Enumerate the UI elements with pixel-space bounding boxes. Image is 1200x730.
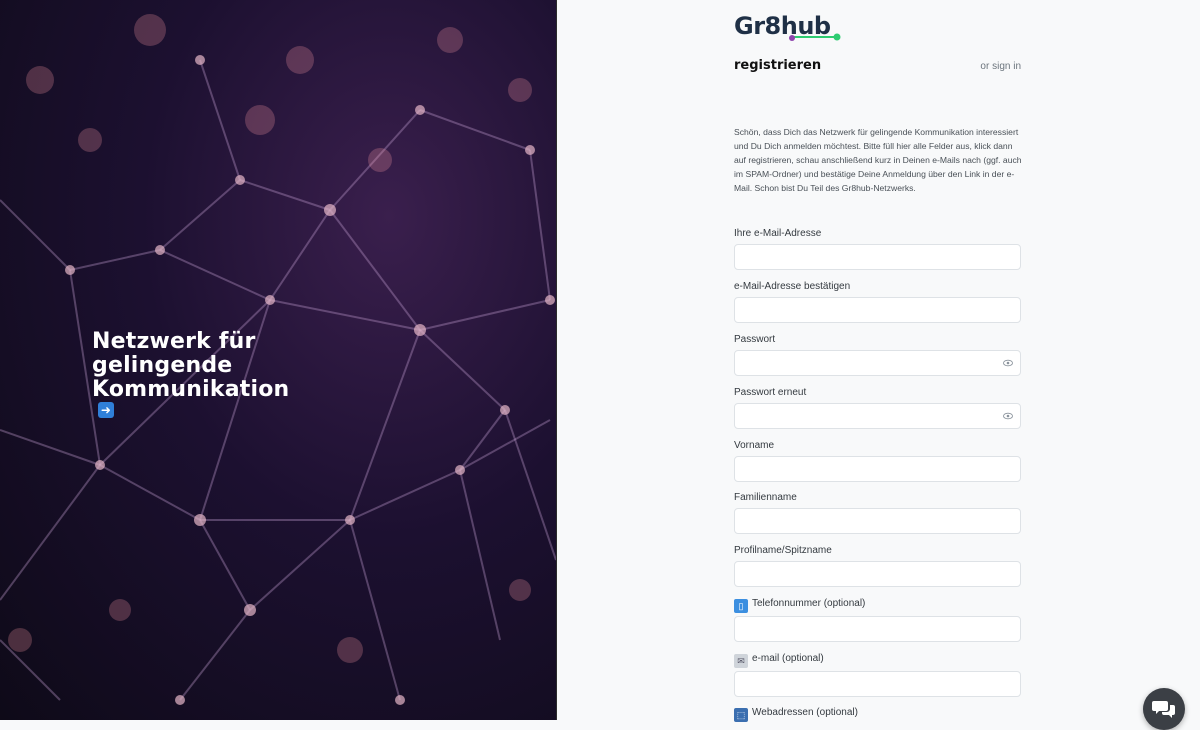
hero-title-line2: gelingende (92, 353, 233, 378)
nickname-label: Profilname/Spitzname (734, 545, 832, 556)
first-name-input[interactable] (734, 456, 1021, 482)
email-confirm-field-group: e-Mail-Adresse bestätigen (734, 280, 1021, 323)
web-label-row: ⬚ Webadressen (optional) (734, 706, 1021, 722)
email-optional-input[interactable] (734, 671, 1021, 697)
last-name-label: Familienname (734, 492, 797, 503)
chat-bubbles-icon (1152, 701, 1175, 718)
password-repeat-field-group: Passwort erneut (734, 386, 1021, 429)
chat-button[interactable] (1143, 688, 1185, 730)
registration-panel: Gr8hub registrieren or sign in Schön, da… (557, 0, 1200, 722)
hero-title-line3: Kommunikation (92, 377, 290, 402)
page-heading: registrieren (734, 58, 822, 73)
hero-title: Netzwerk für gelingende Kommunikation ➜ (92, 330, 289, 418)
email-confirm-label: e-Mail-Adresse bestätigen (734, 281, 851, 292)
password-repeat-input[interactable] (734, 403, 1021, 429)
hero-title-line1: Netzwerk für (92, 329, 256, 354)
password-input[interactable] (734, 350, 1021, 376)
email-optional-label-row: ✉ e-mail (optional) (734, 652, 1021, 668)
eye-icon[interactable] (1003, 358, 1013, 368)
phone-label: Telefonnummer (optional) (752, 598, 866, 609)
mobile-phone-icon: ▯ (734, 599, 748, 613)
phone-field-group: ▯ Telefonnummer (optional) (734, 597, 1021, 642)
signin-area: or sign in (980, 61, 1021, 72)
password-repeat-label: Passwort erneut (734, 387, 807, 398)
nickname-input[interactable] (734, 561, 1021, 587)
phone-label-row: ▯ Telefonnummer (optional) (734, 597, 1021, 613)
web-field-group: ⬚ Webadressen (optional) (734, 706, 1021, 722)
email-confirm-input[interactable] (734, 297, 1021, 323)
nickname-field-group: Profilname/Spitzname (734, 544, 1021, 587)
phone-input[interactable] (734, 616, 1021, 642)
password-field-group: Passwort (734, 333, 1021, 376)
hero-panel: Netzwerk für gelingende Kommunikation ➜ (0, 0, 556, 720)
signin-link[interactable]: sign in (992, 61, 1021, 72)
logo-graphic: Gr8hub (734, 12, 841, 41)
email-label: Ihre e-Mail-Adresse (734, 228, 822, 239)
first-name-label: Vorname (734, 440, 775, 451)
last-name-field-group: Familienname (734, 491, 1021, 534)
right-arrow-icon: ➜ (98, 402, 114, 418)
logo-text: Gr8hub (734, 12, 831, 40)
eye-icon[interactable] (1003, 411, 1013, 421)
email-input[interactable] (734, 244, 1021, 270)
gr8hub-logo[interactable]: Gr8hub (734, 8, 844, 47)
first-name-field-group: Vorname (734, 439, 1021, 482)
web-label: Webadressen (optional) (752, 707, 858, 718)
email-optional-label: e-mail (optional) (752, 653, 824, 664)
email-field-group: Ihre e-Mail-Adresse (734, 227, 1021, 270)
envelope-icon: ✉ (734, 654, 748, 668)
signin-prefix: or (980, 61, 990, 72)
last-name-input[interactable] (734, 508, 1021, 534)
intro-text: Schön, dass Dich das Netzwerk für geling… (734, 127, 1022, 193)
email-optional-field-group: ✉ e-mail (optional) (734, 652, 1021, 697)
password-label: Passwort (734, 334, 776, 345)
